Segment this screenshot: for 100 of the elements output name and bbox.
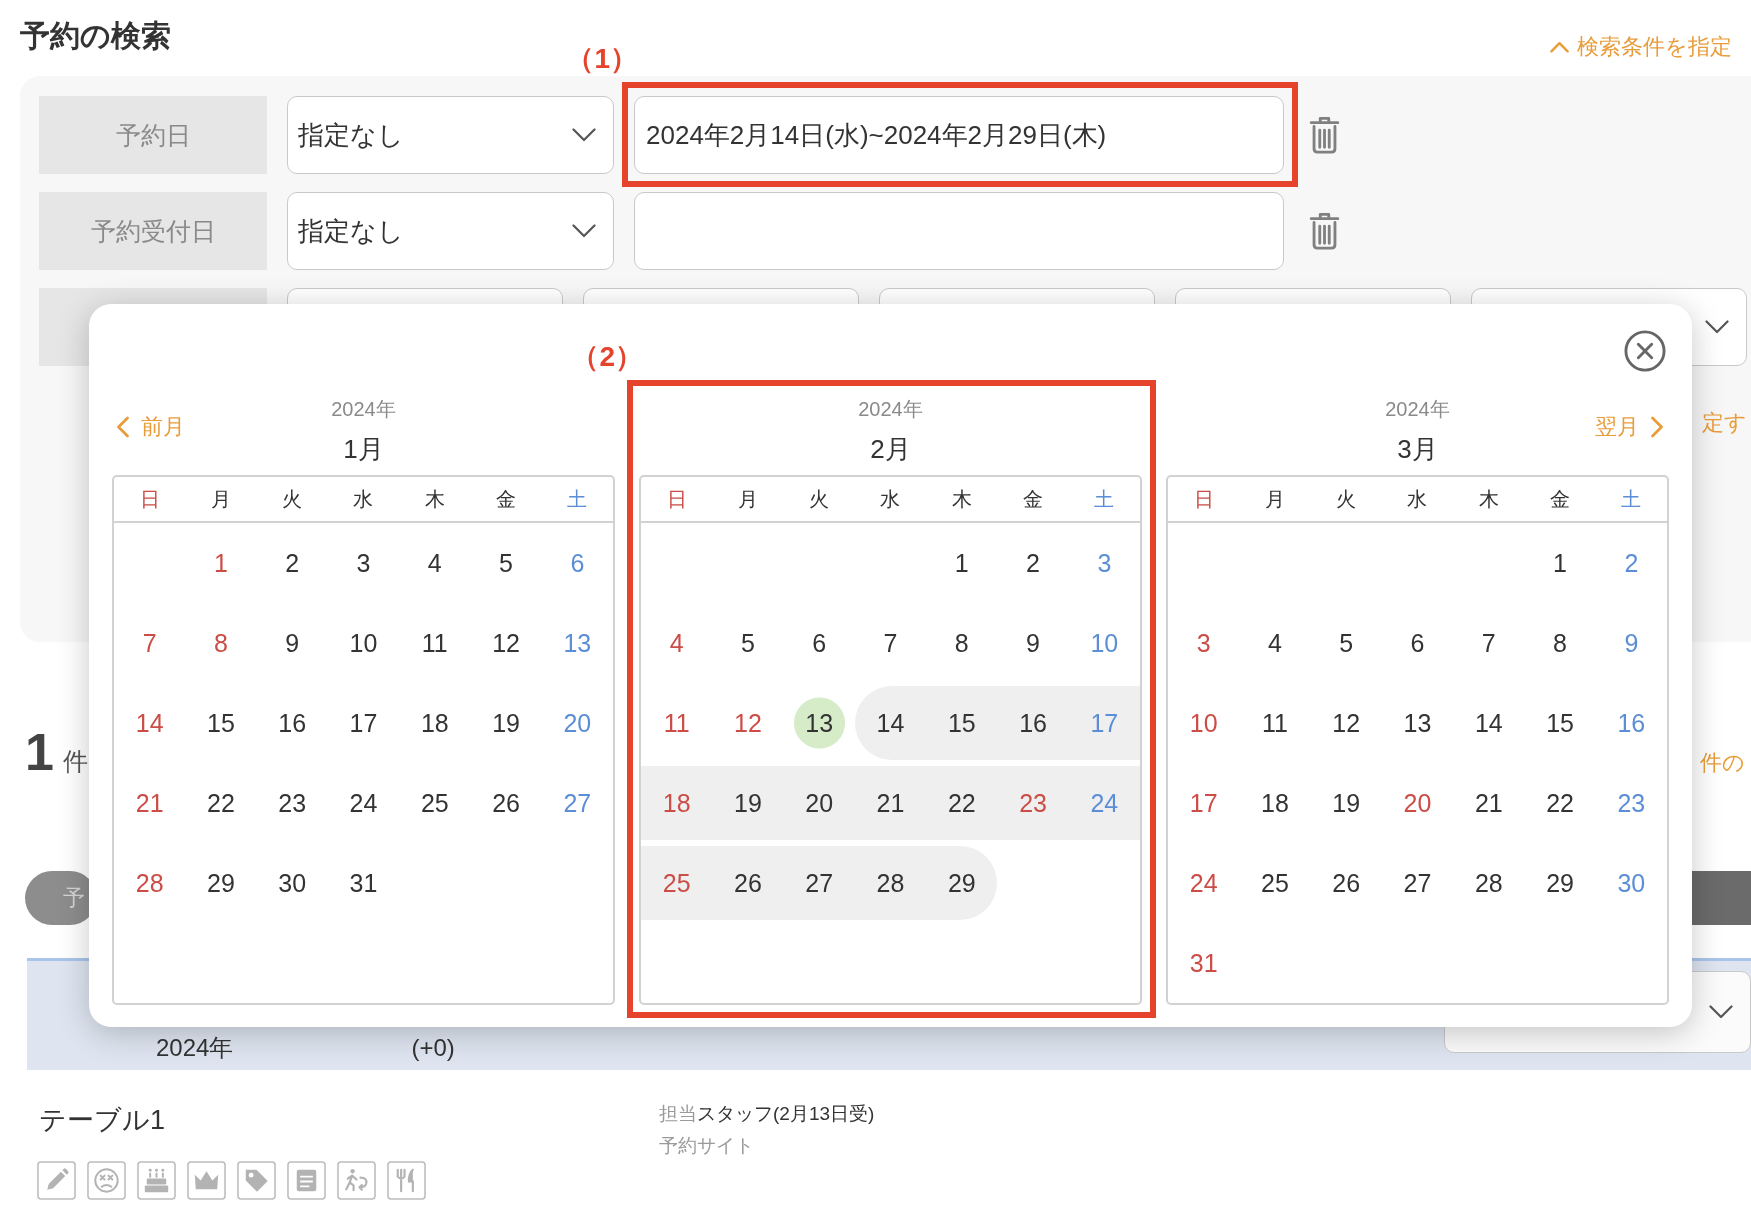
calendar-day[interactable]: 29 bbox=[926, 846, 998, 920]
month-label: 2月 bbox=[870, 433, 911, 466]
calendar-day[interactable]: 20 bbox=[783, 766, 855, 840]
calendar-day[interactable]: 9 bbox=[256, 606, 328, 680]
calendar-day[interactable]: 29 bbox=[1524, 846, 1596, 920]
calendar-day[interactable]: 26 bbox=[470, 766, 542, 840]
calendar-day[interactable]: 5 bbox=[470, 526, 542, 600]
calendar-day[interactable]: 15 bbox=[1524, 686, 1596, 760]
calendar-day[interactable]: 19 bbox=[1310, 766, 1382, 840]
calendar-day[interactable]: 31 bbox=[327, 846, 400, 920]
calendar-day[interactable]: 14 bbox=[1453, 686, 1525, 760]
calendar-day[interactable]: 21 bbox=[114, 766, 186, 840]
document-icon[interactable] bbox=[287, 1161, 326, 1200]
tag-icon[interactable] bbox=[237, 1161, 276, 1200]
crown-icon[interactable] bbox=[187, 1161, 226, 1200]
calendar-day[interactable]: 14 bbox=[854, 686, 927, 760]
date-range-field[interactable]: 2024年2月14日(水)~2024年2月29日(木) bbox=[634, 96, 1284, 174]
calendar-day[interactable]: 31 bbox=[1168, 926, 1240, 1000]
calendar-day[interactable]: 27 bbox=[783, 846, 855, 920]
calendar-day[interactable]: 3 bbox=[327, 526, 400, 600]
calendar-day[interactable]: 4 bbox=[399, 526, 471, 600]
dropdown-select[interactable]: 指定なし bbox=[287, 192, 614, 270]
calendar-day[interactable]: 5 bbox=[1310, 606, 1382, 680]
trash-icon[interactable] bbox=[1309, 212, 1340, 250]
calendar-day[interactable]: 22 bbox=[185, 766, 257, 840]
calendar-day[interactable]: 18 bbox=[641, 766, 713, 840]
calendar-day[interactable]: 25 bbox=[641, 846, 713, 920]
calendar-day[interactable]: 11 bbox=[641, 686, 713, 760]
fork-knife-icon[interactable] bbox=[387, 1161, 426, 1200]
calendar-day[interactable]: 2 bbox=[997, 526, 1069, 600]
calendar-day[interactable]: 2 bbox=[256, 526, 328, 600]
calendar-day[interactable]: 25 bbox=[399, 766, 471, 840]
calendar-day[interactable]: 7 bbox=[1453, 606, 1525, 680]
calendar-day[interactable]: 22 bbox=[926, 766, 998, 840]
dizzy-face-icon[interactable] bbox=[87, 1161, 126, 1200]
calendar-day[interactable]: 16 bbox=[997, 686, 1069, 760]
calendar-day[interactable]: 26 bbox=[1310, 846, 1382, 920]
pencil-icon[interactable] bbox=[37, 1161, 76, 1200]
calendar-day[interactable]: 16 bbox=[256, 686, 328, 760]
calendar-day[interactable]: 15 bbox=[185, 686, 257, 760]
calendar-day[interactable]: 11 bbox=[1239, 686, 1311, 760]
calendar-day[interactable]: 10 bbox=[1168, 686, 1240, 760]
calendar-day[interactable]: 20 bbox=[1381, 766, 1454, 840]
calendar-day[interactable]: 4 bbox=[1239, 606, 1311, 680]
calendar-day[interactable]: 14 bbox=[114, 686, 186, 760]
calendar-day[interactable]: 7 bbox=[854, 606, 927, 680]
calendar-day[interactable]: 28 bbox=[114, 846, 186, 920]
calendar-day[interactable]: 8 bbox=[185, 606, 257, 680]
weekday-label: 金 bbox=[1023, 487, 1044, 512]
calendar-day[interactable]: 28 bbox=[1453, 846, 1525, 920]
calendar-day[interactable]: 8 bbox=[926, 606, 998, 680]
filter-label: 予約受付日 bbox=[39, 192, 267, 270]
staff-name: スタッフ(2月13日受) bbox=[697, 1103, 875, 1124]
calendar-day[interactable]: 4 bbox=[641, 606, 713, 680]
walking-person-icon[interactable] bbox=[337, 1161, 376, 1200]
calendar-day[interactable]: 23 bbox=[256, 766, 328, 840]
dropdown-select[interactable]: 指定なし bbox=[287, 96, 614, 174]
calendar-day[interactable]: 17 bbox=[1168, 766, 1240, 840]
weekday-label: 金 bbox=[1550, 487, 1571, 512]
calendar-day[interactable]: 3 bbox=[1168, 606, 1240, 680]
calendar-day[interactable]: 10 bbox=[327, 606, 400, 680]
calendar-day[interactable]: 1 bbox=[185, 526, 257, 600]
calendar-day[interactable]: 27 bbox=[1381, 846, 1454, 920]
calendar-day[interactable]: 28 bbox=[854, 846, 927, 920]
weekday-label: 火 bbox=[282, 487, 303, 512]
page-title: 予約の検索 bbox=[20, 18, 171, 54]
calendar-day[interactable]: 9 bbox=[997, 606, 1069, 680]
calendar-day[interactable]: 30 bbox=[256, 846, 328, 920]
calendar-day[interactable]: 1 bbox=[1524, 526, 1596, 600]
calendar-day[interactable]: 21 bbox=[854, 766, 927, 840]
weekday-label: 木 bbox=[951, 487, 972, 512]
calendar-day[interactable]: 15 bbox=[926, 686, 998, 760]
calendar-day[interactable]: 24 bbox=[327, 766, 400, 840]
calendar-day[interactable]: 19 bbox=[470, 686, 542, 760]
calendar-day[interactable]: 19 bbox=[712, 766, 784, 840]
calendar-day[interactable]: 5 bbox=[712, 606, 784, 680]
calendar-day[interactable]: 1 bbox=[926, 526, 998, 600]
calendar-day[interactable]: 17 bbox=[327, 686, 400, 760]
close-icon[interactable] bbox=[1624, 330, 1666, 372]
calendar-day[interactable]: 6 bbox=[1381, 606, 1454, 680]
calendar-day[interactable]: 7 bbox=[114, 606, 186, 680]
calendar-day[interactable]: 11 bbox=[399, 606, 471, 680]
calendar-day[interactable]: 24 bbox=[1168, 846, 1240, 920]
calendar-day[interactable]: 18 bbox=[1239, 766, 1311, 840]
calendar-day[interactable]: 12 bbox=[1310, 686, 1382, 760]
calendar-day[interactable]: 29 bbox=[185, 846, 257, 920]
calendar-day[interactable]: 22 bbox=[1524, 766, 1596, 840]
calendar-day[interactable]: 8 bbox=[1524, 606, 1596, 680]
calendar-day[interactable]: 6 bbox=[783, 606, 855, 680]
calendar-day[interactable]: 26 bbox=[712, 846, 784, 920]
cake-icon[interactable] bbox=[137, 1161, 176, 1200]
calendar-day[interactable]: 23 bbox=[997, 766, 1069, 840]
calendar-day[interactable]: 18 bbox=[399, 686, 471, 760]
date-range-field[interactable] bbox=[634, 192, 1284, 270]
calendar-day[interactable]: 12 bbox=[470, 606, 542, 680]
calendar-day[interactable]: 12 bbox=[712, 686, 784, 760]
trash-icon[interactable] bbox=[1309, 116, 1340, 154]
calendar-day[interactable]: 13 bbox=[1381, 686, 1454, 760]
calendar-day[interactable]: 21 bbox=[1453, 766, 1525, 840]
calendar-day[interactable]: 25 bbox=[1239, 846, 1311, 920]
